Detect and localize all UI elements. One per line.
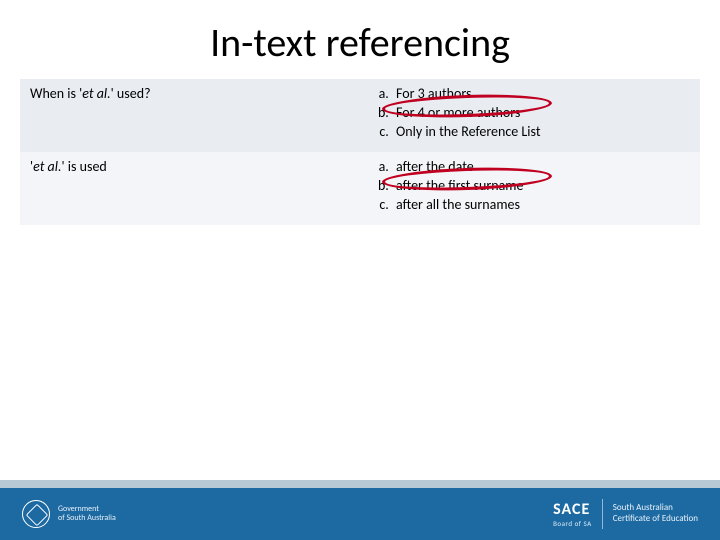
option-item: For 4 or more authors xyxy=(392,104,690,123)
question-cell: 'et al.' is used xyxy=(20,152,360,225)
crest-icon xyxy=(22,500,50,528)
sace-desc: Certificate of Education xyxy=(613,514,698,525)
question-text: ' is used xyxy=(62,158,107,175)
option-item: after the date xyxy=(392,158,690,177)
answers-cell: For 3 authors For 4 or more authors Only… xyxy=(360,79,700,152)
sace-logo-block: SACE Board of SA South Australian Certif… xyxy=(553,499,698,529)
option-item: after the first surname xyxy=(392,177,690,196)
question-text: et al. xyxy=(82,85,110,102)
option-item: Only in the Reference List xyxy=(392,123,690,142)
question-text: ' used? xyxy=(111,85,151,102)
page-title: In-text referencing xyxy=(0,0,720,79)
divider-icon xyxy=(602,499,603,529)
option-item: For 3 authors xyxy=(392,85,690,104)
question-cell: When is 'et al.' used? xyxy=(20,79,360,152)
gov-logo-block: Government of South Australia xyxy=(22,500,116,528)
question-text: et al. xyxy=(33,158,61,175)
table-row: When is 'et al.' used? For 3 authors For… xyxy=(20,79,700,152)
gov-label: of South Australia xyxy=(58,514,116,523)
quiz-table: When is 'et al.' used? For 3 authors For… xyxy=(20,79,700,225)
sace-brand: SACE xyxy=(553,500,592,519)
sace-sub: Board of SA xyxy=(553,519,592,528)
question-text: When is ' xyxy=(30,85,82,102)
option-item: after all the surnames xyxy=(392,196,690,215)
answers-cell: after the date after the first surname a… xyxy=(360,152,700,225)
table-row: 'et al.' is used after the date after th… xyxy=(20,152,700,225)
footer-bar: Government of South Australia SACE Board… xyxy=(0,480,720,540)
